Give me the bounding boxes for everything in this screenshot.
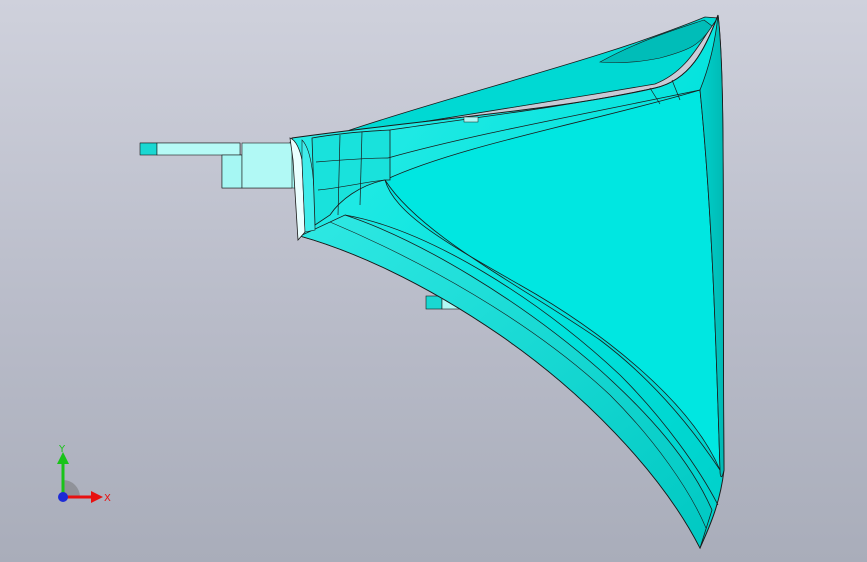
coordinate-triad: Y X	[48, 440, 118, 510]
flared-body[interactable]	[289, 14, 725, 550]
x-axis-arrow-icon	[91, 491, 103, 503]
mounting-tab-left[interactable]	[139, 141, 301, 189]
x-axis-label: X	[104, 493, 111, 504]
3d-model-part[interactable]	[0, 0, 867, 562]
graphics-viewport[interactable]: Y X	[0, 0, 867, 562]
z-axis-dot-icon	[58, 492, 68, 502]
y-axis-label: Y	[58, 444, 66, 455]
